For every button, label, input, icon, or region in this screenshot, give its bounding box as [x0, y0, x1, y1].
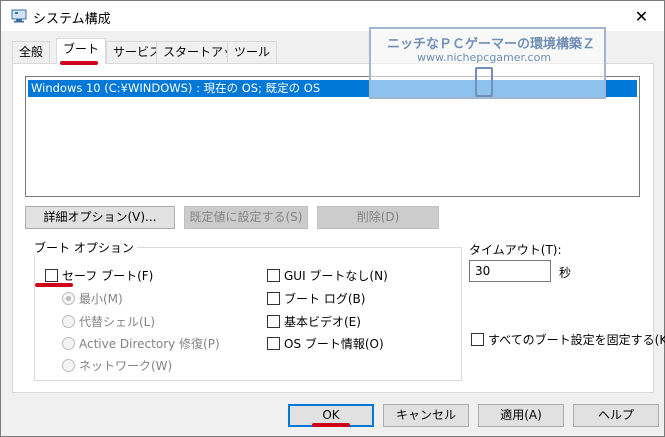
- checkbox-box: [45, 269, 58, 282]
- checkbox-box: [267, 315, 280, 328]
- tab-general[interactable]: 全般: [12, 41, 51, 63]
- radio-alternate-shell-label: 代替シェル(L): [79, 315, 156, 329]
- timeout-unit: 秒: [559, 266, 572, 280]
- checkbox-box: [471, 333, 484, 346]
- safe-boot-label: セーフ ブート(F): [62, 269, 154, 283]
- radio-dot: [62, 292, 75, 305]
- close-button[interactable]: ✕: [619, 1, 664, 31]
- base-video-checkbox[interactable]: 基本ビデオ(E): [267, 313, 361, 330]
- radio-dot: [62, 359, 75, 372]
- delete-button[interactable]: 削除(D): [317, 206, 439, 229]
- tab-boot-highlight-mark: [60, 61, 98, 65]
- make-permanent-checkbox[interactable]: すべてのブート設定を固定する(K): [471, 331, 665, 348]
- watermark-title: ニッチなＰＣゲーマーの環境構築Ｚ: [387, 37, 596, 52]
- radio-active-directory-repair-label: Active Directory 修復(P): [79, 337, 220, 351]
- system-config-icon: [11, 9, 27, 23]
- boot-log-checkbox[interactable]: ブート ログ(B): [267, 290, 365, 307]
- radio-network-label: ネットワーク(W): [79, 359, 173, 373]
- base-video-label: 基本ビデオ(E): [284, 315, 361, 329]
- radio-alternate-shell[interactable]: 代替シェル(L): [62, 313, 155, 330]
- apply-button[interactable]: 適用(A): [478, 404, 564, 427]
- no-gui-boot-label: GUI ブートなし(N): [284, 269, 388, 283]
- pc-tower-icon: [475, 67, 493, 97]
- safe-boot-highlight-mark: [35, 283, 73, 287]
- radio-dot: [62, 315, 75, 328]
- timeout-label: タイムアウト(T):: [469, 243, 562, 257]
- os-boot-info-label: OS ブート情報(O): [284, 337, 384, 351]
- help-button[interactable]: ヘルプ: [573, 404, 659, 427]
- window-title: システム構成: [33, 12, 111, 27]
- set-default-button[interactable]: 既定値に設定する(S): [184, 206, 308, 229]
- radio-minimal[interactable]: 最小(M): [62, 290, 123, 307]
- os-boot-info-checkbox[interactable]: OS ブート情報(O): [267, 335, 384, 352]
- radio-dot: [62, 337, 75, 350]
- no-gui-boot-checkbox[interactable]: GUI ブートなし(N): [267, 267, 388, 284]
- site-watermark: ニッチなＰＣゲーマーの環境構築Ｚ www.nichepcgamer.com: [369, 27, 606, 99]
- close-icon: ✕: [634, 6, 649, 26]
- boot-options-title: ブート オプション: [31, 239, 137, 256]
- radio-active-directory-repair[interactable]: Active Directory 修復(P): [62, 335, 220, 352]
- tab-tools[interactable]: ツール: [227, 41, 278, 63]
- advanced-options-button[interactable]: 詳細オプション(V)...: [25, 206, 175, 229]
- checkbox-box: [267, 337, 280, 350]
- boot-log-label: ブート ログ(B): [284, 292, 366, 306]
- radio-minimal-label: 最小(M): [79, 292, 123, 306]
- safe-boot-checkbox[interactable]: セーフ ブート(F): [45, 267, 153, 284]
- checkbox-box: [267, 292, 280, 305]
- checkbox-box: [267, 269, 280, 282]
- watermark-url: www.nichepcgamer.com: [417, 51, 552, 64]
- make-permanent-label: すべてのブート設定を固定する(K): [488, 333, 665, 347]
- radio-network[interactable]: ネットワーク(W): [62, 357, 172, 374]
- timeout-input[interactable]: 30: [469, 260, 551, 282]
- ok-highlight-mark: [312, 423, 350, 427]
- system-config-window: システム構成 ✕ 全般 ブート サービス スタートアップ ツール ニッチなＰＣゲ…: [0, 0, 665, 437]
- cancel-button[interactable]: キャンセル: [383, 404, 469, 427]
